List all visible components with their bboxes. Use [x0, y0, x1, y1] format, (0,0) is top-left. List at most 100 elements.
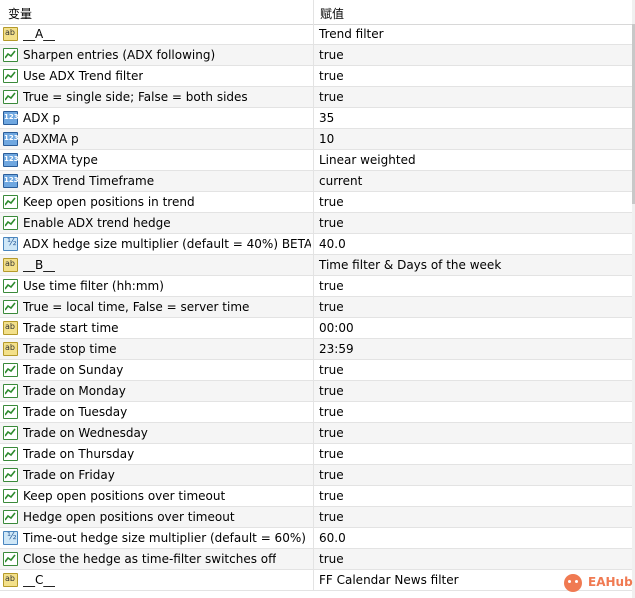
- row-divider: [313, 255, 314, 276]
- parameter-value[interactable]: 23:59: [319, 342, 354, 356]
- row-divider: [313, 66, 314, 87]
- table-row[interactable]: Use ADX Trend filter true: [0, 66, 632, 87]
- table-row[interactable]: Trade on Thursday true: [0, 444, 632, 465]
- parameter-value[interactable]: true: [319, 195, 344, 209]
- parameter-value[interactable]: 10: [319, 132, 334, 146]
- parameter-value[interactable]: true: [319, 447, 344, 461]
- parameter-name: Use ADX Trend filter: [23, 69, 144, 83]
- row-divider: [313, 486, 314, 507]
- table-row[interactable]: True = local time, False = server time tr…: [0, 297, 632, 318]
- parameter-value[interactable]: true: [319, 279, 344, 293]
- parameter-value[interactable]: true: [319, 384, 344, 398]
- parameter-name: True = local time, False = server time: [23, 300, 250, 314]
- parameter-value[interactable]: true: [319, 216, 344, 230]
- table-row[interactable]: ADXMA p 10: [0, 129, 632, 150]
- table-row[interactable]: Close the hedge as time-filter switches …: [0, 549, 632, 570]
- table-header: 变量 赋值: [0, 0, 632, 25]
- row-divider: [313, 360, 314, 381]
- boolean-type-icon: [3, 447, 18, 461]
- boolean-type-icon: [3, 384, 18, 398]
- row-divider: [313, 318, 314, 339]
- parameter-value[interactable]: true: [319, 405, 344, 419]
- table-row[interactable]: ADX Trend Timeframe current: [0, 171, 632, 192]
- row-divider: [313, 549, 314, 570]
- parameter-name: __B__: [23, 258, 56, 272]
- parameter-value[interactable]: true: [319, 90, 344, 104]
- parameter-name: Hedge open positions over timeout: [23, 510, 235, 524]
- boolean-type-icon: [3, 426, 18, 440]
- parameter-value[interactable]: true: [319, 468, 344, 482]
- table-row[interactable]: __C__ FF Calendar News filter: [0, 570, 632, 591]
- parameter-name: Trade start time: [23, 321, 119, 335]
- table-row[interactable]: Keep open positions over timeout true: [0, 486, 632, 507]
- table-row[interactable]: __B__ Time filter & Days of the week: [0, 255, 632, 276]
- header-name-column[interactable]: 变量: [8, 5, 32, 22]
- parameter-name: Trade on Wednesday: [23, 426, 148, 440]
- boolean-type-icon: [3, 468, 18, 482]
- boolean-type-icon: [3, 489, 18, 503]
- table-row[interactable]: Enable ADX trend hedge true: [0, 213, 632, 234]
- parameter-value[interactable]: 40.0: [319, 237, 346, 251]
- row-divider: [313, 171, 314, 192]
- parameter-name: Sharpen entries (ADX following): [23, 48, 216, 62]
- table-row[interactable]: Keep open positions in trend true: [0, 192, 632, 213]
- table-row[interactable]: Sharpen entries (ADX following) true: [0, 45, 632, 66]
- parameter-value[interactable]: true: [319, 300, 344, 314]
- table-row[interactable]: True = single side; False = both sides tr…: [0, 87, 632, 108]
- table-row[interactable]: Trade on Friday true: [0, 465, 632, 486]
- parameter-value[interactable]: Linear weighted: [319, 153, 416, 167]
- column-divider[interactable]: [313, 0, 314, 24]
- table-row[interactable]: Use time filter (hh:mm) true: [0, 276, 632, 297]
- table-row[interactable]: Trade on Monday true: [0, 381, 632, 402]
- parameter-value[interactable]: true: [319, 489, 344, 503]
- parameter-value[interactable]: 60.0: [319, 531, 346, 545]
- row-divider: [313, 339, 314, 360]
- parameter-value[interactable]: 35: [319, 111, 334, 125]
- parameter-value[interactable]: true: [319, 426, 344, 440]
- parameter-name: Enable ADX trend hedge: [23, 216, 171, 230]
- row-divider: [313, 108, 314, 129]
- parameter-value[interactable]: 00:00: [319, 321, 354, 335]
- parameter-name: Keep open positions over timeout: [23, 489, 226, 503]
- table-row[interactable]: Hedge open positions over timeout true: [0, 507, 632, 528]
- parameter-value[interactable]: Time filter & Days of the week: [319, 258, 501, 272]
- table-row[interactable]: Trade stop time 23:59: [0, 339, 632, 360]
- row-divider: [313, 87, 314, 108]
- table-row[interactable]: ADX p 35: [0, 108, 632, 129]
- table-row[interactable]: Trade on Sunday true: [0, 360, 632, 381]
- parameter-name: Trade on Monday: [23, 384, 126, 398]
- table-row[interactable]: Trade start time 00:00: [0, 318, 632, 339]
- table-row[interactable]: Trade on Wednesday true: [0, 423, 632, 444]
- parameter-name: True = single side; False = both sides: [23, 90, 248, 104]
- table-row[interactable]: __A__ Trend filter: [0, 24, 632, 45]
- parameter-name: Keep open positions in trend: [23, 195, 195, 209]
- row-divider: [313, 234, 314, 255]
- boolean-type-icon: [3, 195, 18, 209]
- boolean-type-icon: [3, 405, 18, 419]
- parameter-value[interactable]: true: [319, 48, 344, 62]
- parameter-value[interactable]: true: [319, 69, 344, 83]
- table-row[interactable]: Time-out hedge size multiplier (default …: [0, 528, 632, 549]
- parameter-value[interactable]: FF Calendar News filter: [319, 573, 459, 587]
- header-value-column[interactable]: 赋值: [320, 5, 344, 22]
- row-divider: [313, 402, 314, 423]
- parameter-value[interactable]: Trend filter: [319, 27, 384, 41]
- eahub-watermark: EAHub: [564, 572, 633, 594]
- parameter-name: Trade on Sunday: [23, 363, 124, 377]
- row-divider: [313, 45, 314, 66]
- table-row[interactable]: Trade on Tuesday true: [0, 402, 632, 423]
- boolean-type-icon: [3, 216, 18, 230]
- parameter-value[interactable]: current: [319, 174, 362, 188]
- table-row[interactable]: ADX hedge size multiplier (default = 40%…: [0, 234, 632, 255]
- double-type-icon: [3, 531, 18, 545]
- table-row[interactable]: ADXMA type Linear weighted: [0, 150, 632, 171]
- parameter-name: ADXMA type: [23, 153, 98, 167]
- parameter-value[interactable]: true: [319, 510, 344, 524]
- parameter-value[interactable]: true: [319, 552, 344, 566]
- parameter-value[interactable]: true: [319, 363, 344, 377]
- boolean-type-icon: [3, 279, 18, 293]
- row-divider: [313, 507, 314, 528]
- parameter-name: __C__: [23, 573, 56, 587]
- parameter-name: ADX hedge size multiplier (default = 40%…: [23, 237, 311, 251]
- boolean-type-icon: [3, 300, 18, 314]
